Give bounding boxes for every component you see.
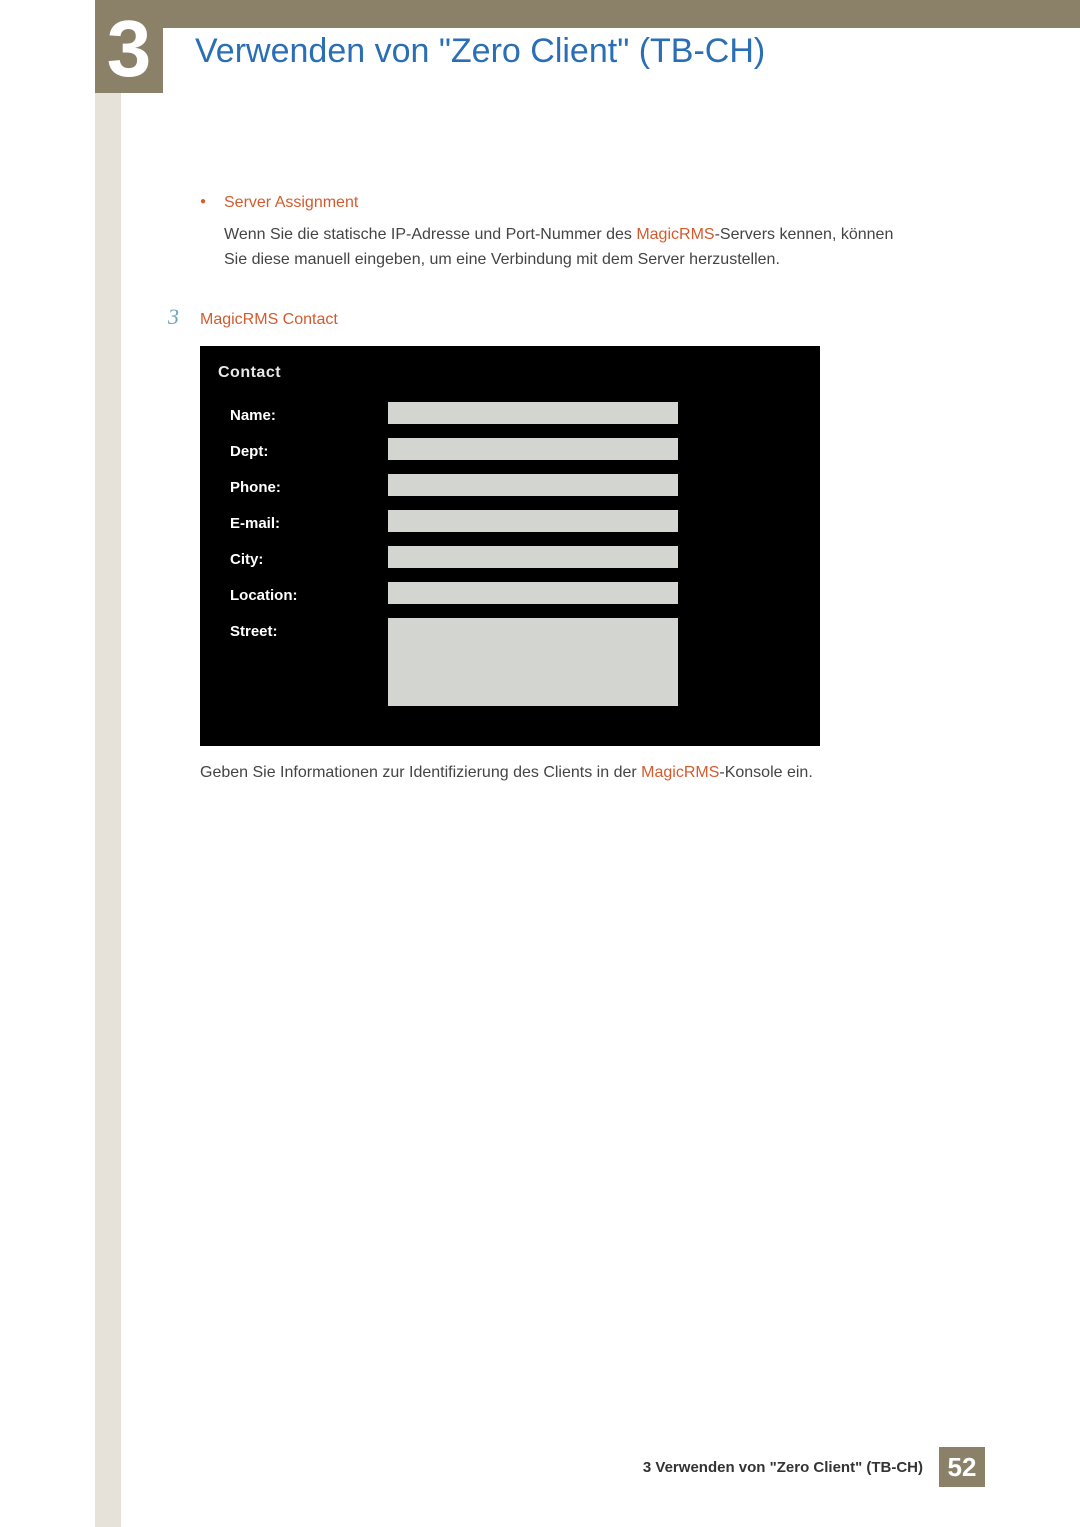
chapter-title: Verwenden von "Zero Client" (TB-CH) (195, 32, 765, 71)
footer-page-number: 52 (939, 1447, 985, 1487)
label-location: Location: (218, 582, 388, 608)
bullet-item: ● Server Assignment (200, 190, 900, 216)
field-row-phone: Phone: (218, 474, 802, 500)
bullet-heading: Server Assignment (224, 190, 358, 216)
field-row-street: Street: (218, 618, 802, 706)
input-name[interactable] (388, 402, 678, 424)
side-bar (95, 28, 121, 1527)
bullet-body-pre: Wenn Sie die statische IP-Adresse und Po… (224, 226, 636, 243)
step-heading: MagicRMS Contact (200, 307, 338, 333)
footer-text: 3 Verwenden von "Zero Client" (TB-CH) (643, 1459, 923, 1476)
label-street: Street: (218, 618, 388, 644)
input-dept[interactable] (388, 438, 678, 460)
label-dept: Dept: (218, 438, 388, 464)
field-row-dept: Dept: (218, 438, 802, 464)
field-row-city: City: (218, 546, 802, 572)
bullet-icon: ● (200, 190, 224, 216)
input-street[interactable] (388, 618, 678, 706)
content-area: ● Server Assignment Wenn Sie die statisc… (200, 190, 900, 785)
top-bar (95, 0, 1080, 28)
caption-pre: Geben Sie Informationen zur Identifizier… (200, 764, 641, 781)
caption-highlight: MagicRMS (641, 764, 719, 781)
label-city: City: (218, 546, 388, 572)
step-number: 3 (168, 299, 200, 334)
caption-post: -Konsole ein. (719, 764, 812, 781)
label-phone: Phone: (218, 474, 388, 500)
bullet-body: Wenn Sie die statische IP-Adresse und Po… (224, 222, 900, 273)
label-email: E-mail: (218, 510, 388, 536)
field-row-email: E-mail: (218, 510, 802, 536)
input-phone[interactable] (388, 474, 678, 496)
contact-form-screenshot: Contact Name: Dept: Phone: E-mail: City:… (200, 346, 820, 746)
label-name: Name: (218, 402, 388, 428)
input-location[interactable] (388, 582, 678, 604)
chapter-number-badge: 3 (95, 5, 163, 93)
field-row-location: Location: (218, 582, 802, 608)
input-email[interactable] (388, 510, 678, 532)
input-city[interactable] (388, 546, 678, 568)
caption: Geben Sie Informationen zur Identifizier… (200, 760, 900, 786)
contact-form-title: Contact (218, 360, 802, 386)
bullet-body-highlight: MagicRMS (636, 226, 714, 243)
step-row: 3 MagicRMS Contact (168, 299, 900, 334)
footer: 3 Verwenden von "Zero Client" (TB-CH) 52 (643, 1447, 985, 1487)
field-row-name: Name: (218, 402, 802, 428)
